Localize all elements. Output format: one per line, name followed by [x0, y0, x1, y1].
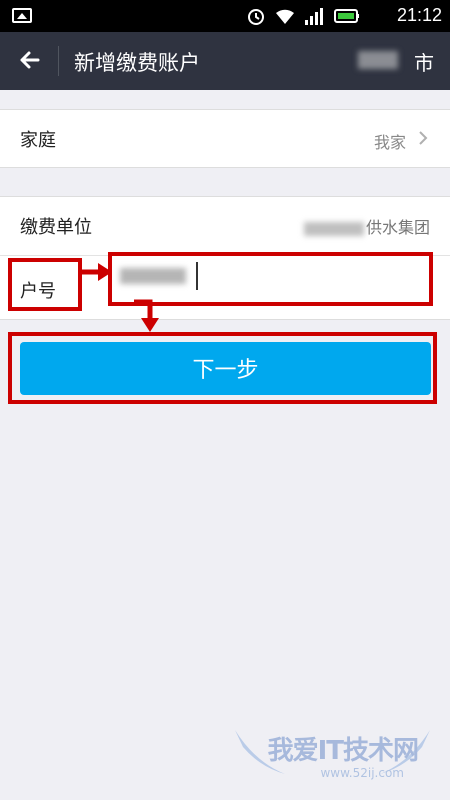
org-label: 缴费单位	[20, 217, 92, 238]
watermark-url: www.52ij.com	[320, 766, 404, 780]
family-value: 我家	[373, 133, 406, 152]
header-divider	[58, 46, 59, 76]
city-name-blurred	[358, 51, 398, 69]
image-notification-icon	[12, 8, 32, 23]
page-title: 新增缴费账户	[74, 51, 200, 75]
battery-icon	[334, 9, 359, 23]
family-row[interactable]: 家庭 我家	[0, 110, 450, 167]
org-row[interactable]: 缴费单位 供水集团	[0, 197, 450, 256]
wifi-icon	[276, 9, 294, 24]
city-selector[interactable]: 市	[414, 47, 434, 76]
annotation-arrow-down	[134, 299, 159, 332]
family-group: 家庭 我家	[0, 109, 450, 168]
org-value: 供水集团	[303, 214, 430, 238]
watermark: 我爱IT技术网 www.52ij.com	[225, 722, 440, 792]
annotation-box-button	[8, 332, 437, 404]
annotation-box-label	[8, 258, 82, 311]
back-arrow-icon[interactable]	[14, 44, 46, 76]
signal-icon	[305, 8, 323, 25]
status-bar: 21:12	[0, 0, 450, 32]
app-header: 新增缴费账户 市	[0, 32, 450, 90]
org-name-blurred	[303, 221, 364, 236]
chevron-right-icon	[419, 131, 428, 145]
alarm-icon	[248, 9, 264, 25]
annotation-arrow-right	[82, 263, 112, 281]
watermark-text: 我爱IT技术网	[267, 736, 419, 766]
status-icons	[246, 6, 360, 26]
family-label: 家庭	[20, 130, 56, 151]
status-time: 21:12	[396, 5, 442, 25]
